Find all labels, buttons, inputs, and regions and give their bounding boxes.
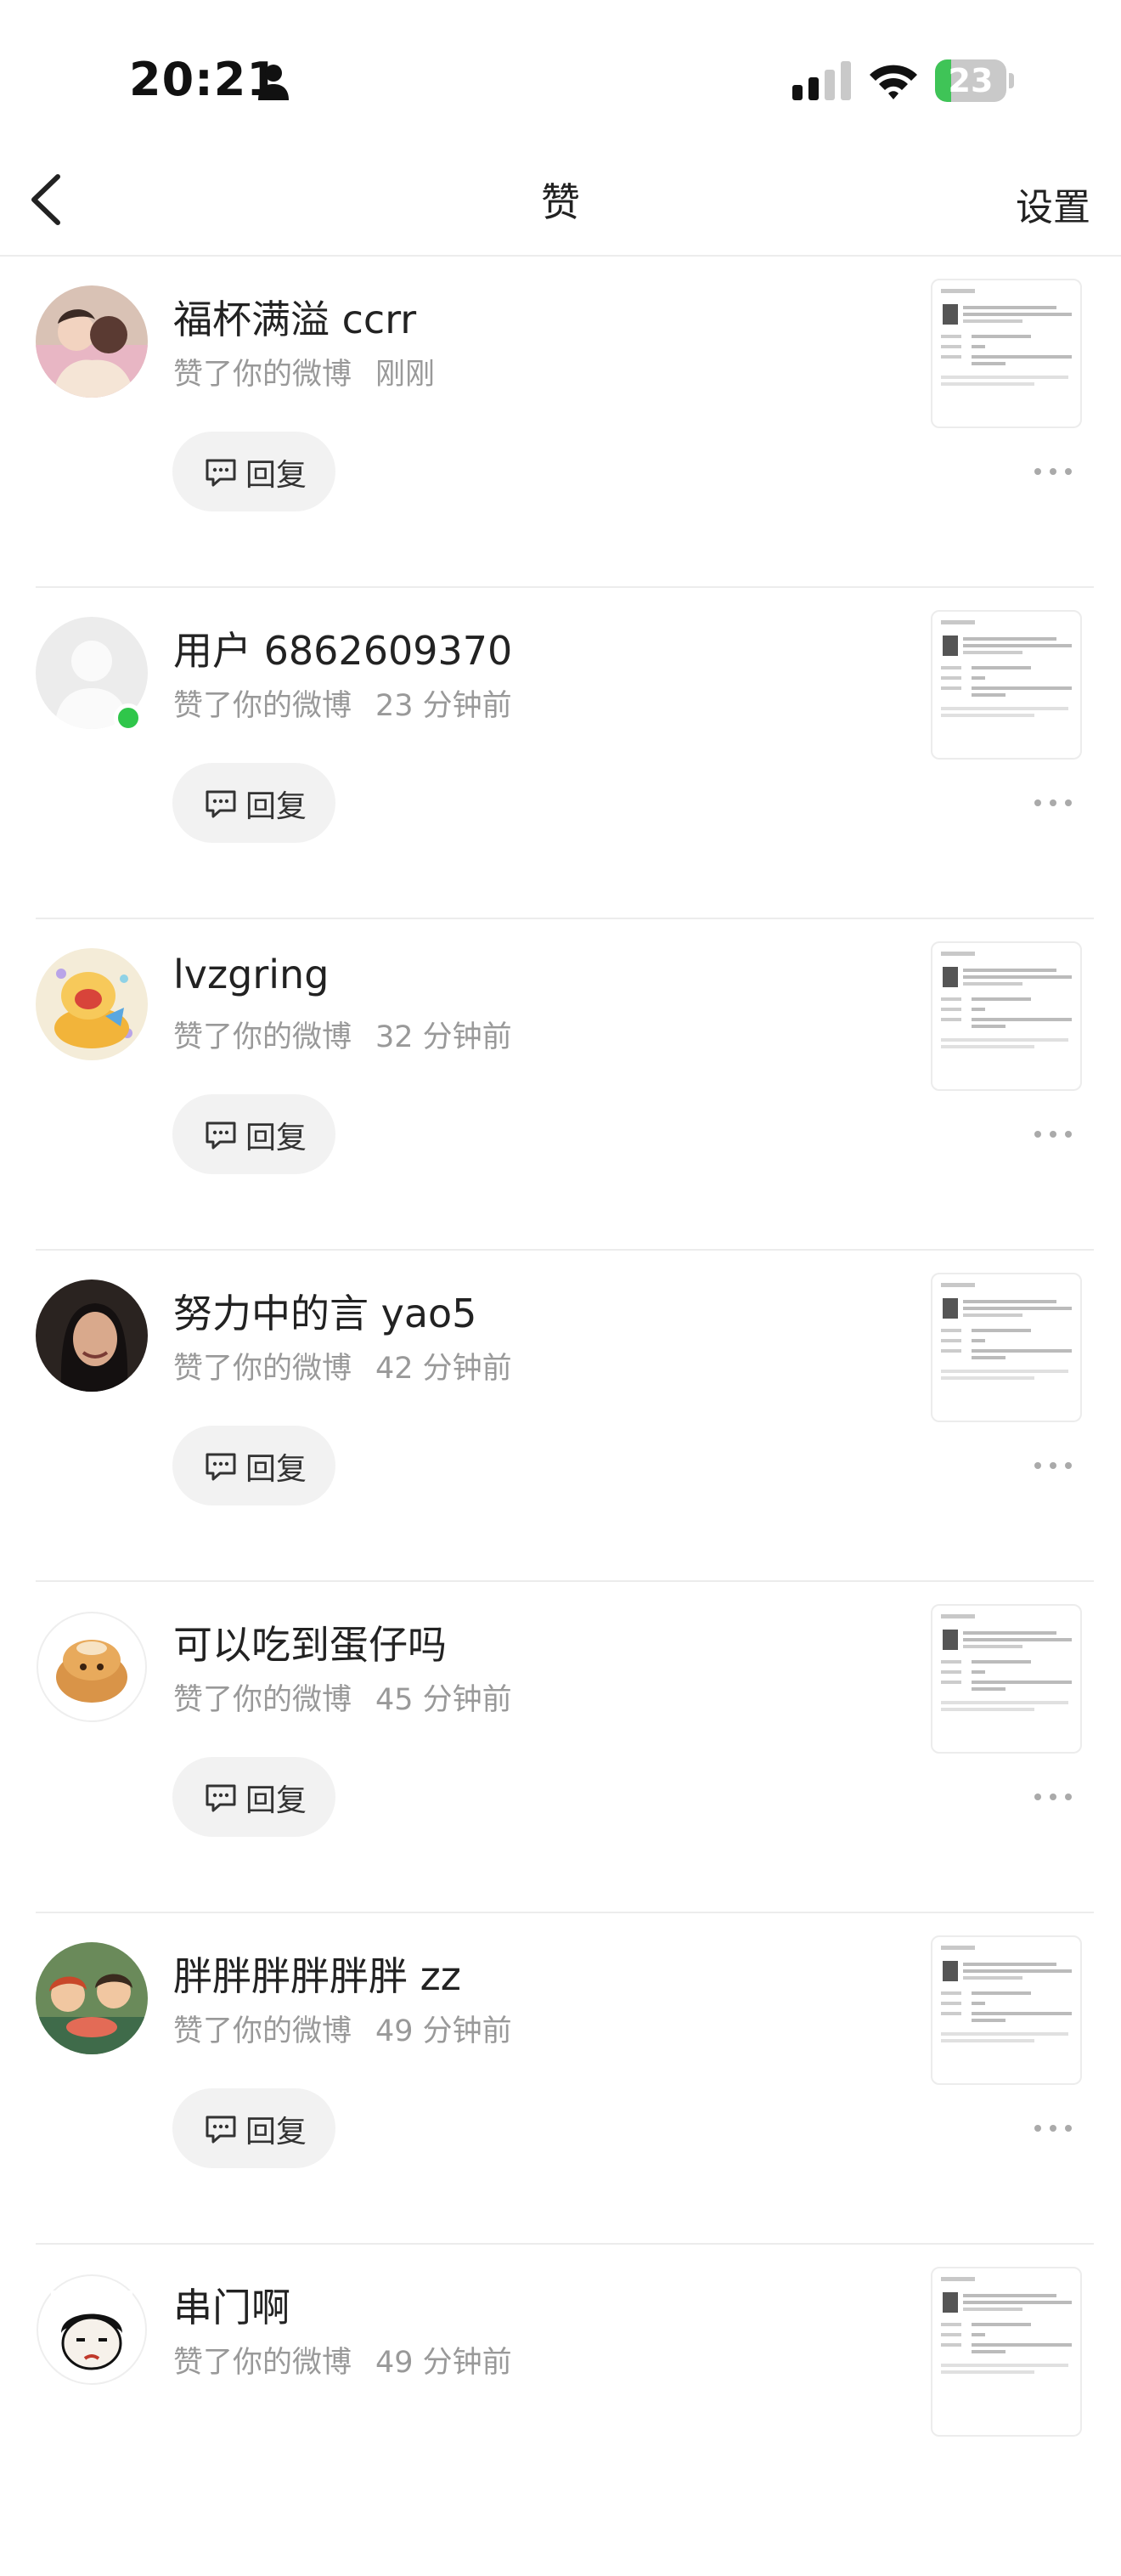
online-status-dot	[114, 703, 143, 732]
post-thumbnail[interactable]	[931, 941, 1082, 1091]
reply-button[interactable]: 回复	[172, 1094, 335, 1174]
comment-icon	[206, 790, 236, 818]
avatar[interactable]	[36, 1611, 148, 1723]
username[interactable]: lvzgring	[173, 952, 329, 997]
action-text: 赞了你的微博	[173, 689, 352, 723]
wifi-icon	[870, 65, 917, 99]
timestamp: 49 分钟前	[375, 2014, 512, 2048]
more-icon[interactable]	[1028, 790, 1079, 816]
action-text: 赞了你的微博	[173, 2014, 352, 2048]
post-thumbnail[interactable]	[931, 1935, 1082, 2085]
post-thumbnail[interactable]	[931, 610, 1082, 760]
reply-label: 回复	[245, 2115, 307, 2149]
comment-icon	[206, 1784, 236, 1812]
reply-button[interactable]: 回复	[172, 432, 335, 511]
comment-icon	[206, 2116, 236, 2144]
timestamp: 49 分钟前	[375, 2346, 512, 2380]
reply-label: 回复	[245, 458, 307, 493]
more-icon[interactable]	[1028, 1784, 1079, 1810]
timestamp: 23 分钟前	[375, 689, 512, 723]
username[interactable]: 胖胖胖胖胖胖 zz	[173, 1946, 461, 2002]
avatar[interactable]	[36, 285, 148, 398]
cellular-signal-icon	[792, 61, 851, 100]
post-thumbnail[interactable]	[931, 1604, 1082, 1754]
action-text: 赞了你的微博	[173, 1352, 352, 1386]
like-item[interactable]: 努力中的言 yao5 赞了你的微博 42 分钟前 回复	[0, 1251, 1121, 1582]
avatar[interactable]	[36, 2274, 148, 2386]
like-meta: 赞了你的微博 49 分钟前	[173, 2338, 512, 2381]
timestamp: 45 分钟前	[375, 1683, 512, 1717]
like-meta: 赞了你的微博 23 分钟前	[173, 681, 512, 725]
like-meta: 赞了你的微博 42 分钟前	[173, 1344, 512, 1387]
avatar[interactable]	[36, 948, 148, 1060]
username[interactable]: 努力中的言 yao5	[173, 1283, 476, 1339]
post-thumbnail[interactable]	[931, 1273, 1082, 1422]
like-meta: 赞了你的微博 刚刚	[173, 350, 435, 393]
comment-icon	[206, 1121, 236, 1150]
comment-icon	[206, 459, 236, 487]
post-thumbnail[interactable]	[931, 2267, 1082, 2437]
page-title: 赞	[541, 179, 580, 225]
action-text: 赞了你的微博	[173, 358, 352, 392]
like-item[interactable]: 用户 6862609370 赞了你的微博 23 分钟前 回复	[0, 588, 1121, 919]
more-icon[interactable]	[1028, 1453, 1079, 1478]
reply-label: 回复	[245, 1783, 307, 1818]
battery-icon: 23	[935, 59, 1015, 102]
timestamp: 32 分钟前	[375, 1020, 512, 1054]
settings-button[interactable]: 设置	[1016, 177, 1090, 231]
person-icon	[258, 65, 289, 100]
post-thumbnail[interactable]	[931, 279, 1082, 428]
like-item[interactable]: 福杯满溢 ccrr 赞了你的微博 刚刚 回复	[0, 257, 1121, 588]
more-icon[interactable]	[1028, 459, 1079, 484]
action-text: 赞了你的微博	[173, 1020, 352, 1054]
reply-button[interactable]: 回复	[172, 763, 335, 843]
timestamp: 刚刚	[375, 358, 436, 392]
like-meta: 赞了你的微博 32 分钟前	[173, 1013, 512, 1056]
more-icon[interactable]	[1028, 1121, 1079, 1147]
like-item[interactable]: 胖胖胖胖胖胖 zz 赞了你的微博 49 分钟前 回复	[0, 1913, 1121, 2245]
avatar[interactable]	[36, 1942, 148, 2054]
like-item[interactable]: 可以吃到蛋仔吗 赞了你的微博 45 分钟前 回复	[0, 1582, 1121, 1913]
nav-bar: 赞 设置	[0, 153, 1121, 257]
reply-label: 回复	[245, 789, 307, 824]
more-icon[interactable]	[1028, 2116, 1079, 2141]
action-text: 赞了你的微博	[173, 2346, 352, 2380]
like-item[interactable]: lvzgring 赞了你的微博 32 分钟前 回复	[0, 919, 1121, 1251]
reply-button[interactable]: 回复	[172, 2088, 335, 2168]
comment-icon	[206, 1453, 236, 1481]
timestamp: 42 分钟前	[375, 1352, 512, 1386]
avatar[interactable]	[36, 1280, 148, 1392]
battery-percent: 23	[948, 62, 994, 99]
reply-button[interactable]: 回复	[172, 1426, 335, 1505]
reply-label: 回复	[245, 1121, 307, 1155]
username[interactable]: 福杯满溢 ccrr	[173, 289, 416, 345]
like-item[interactable]: 串门啊 赞了你的微博 49 分钟前	[0, 2245, 1121, 2576]
like-meta: 赞了你的微博 45 分钟前	[173, 1675, 512, 1719]
status-bar: 20:21 23	[0, 0, 1121, 153]
action-text: 赞了你的微博	[173, 1683, 352, 1717]
username[interactable]: 串门啊	[173, 2277, 290, 2333]
like-meta: 赞了你的微博 49 分钟前	[173, 2007, 512, 2050]
reply-button[interactable]: 回复	[172, 1757, 335, 1837]
username[interactable]: 用户 6862609370	[173, 620, 512, 676]
reply-label: 回复	[245, 1452, 307, 1487]
username[interactable]: 可以吃到蛋仔吗	[173, 1614, 447, 1670]
